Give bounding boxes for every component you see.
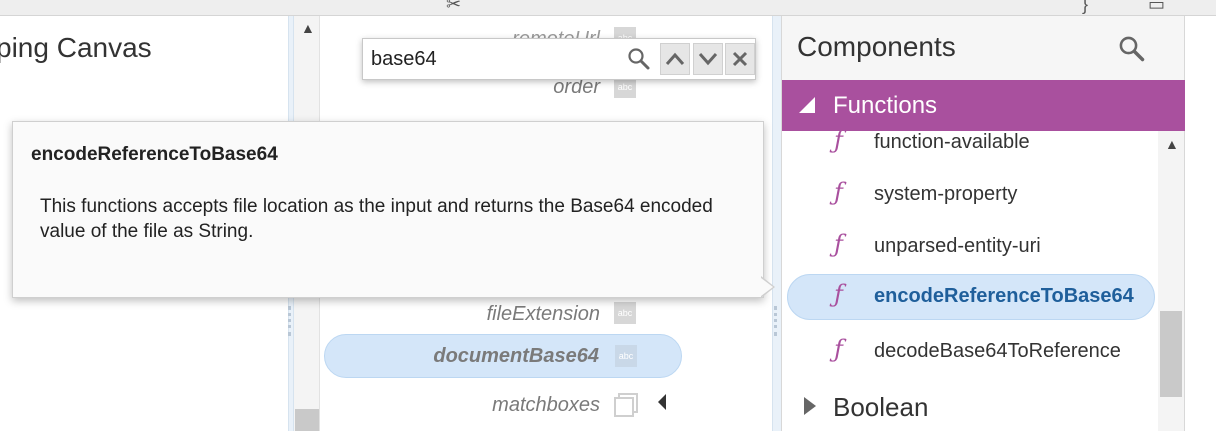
field-label[interactable]: fileExtension: [487, 303, 600, 326]
category-boolean[interactable]: Boolean: [782, 386, 1158, 431]
components-panel: Components Functions ƒ function-availabl…: [781, 16, 1186, 431]
string-type-icon: abc: [614, 302, 636, 324]
multi-element-icon: [614, 393, 638, 417]
search-bar: [362, 38, 756, 80]
function-list: ƒ function-available ƒ system-property ƒ…: [782, 131, 1158, 391]
canvas-title: ping Canvas: [0, 32, 152, 63]
close-search-button[interactable]: [725, 43, 755, 75]
collapse-arrow-icon[interactable]: [658, 394, 666, 410]
function-label: encodeReferenceToBase64: [874, 285, 1134, 307]
list-item-selected[interactable]: ƒ encodeReferenceToBase64: [782, 274, 1158, 320]
scroll-up-icon[interactable]: ▲: [1165, 136, 1179, 152]
category-functions[interactable]: Functions: [782, 80, 1186, 131]
bracket-icon[interactable]: }: [1082, 0, 1088, 15]
function-label: function-available: [874, 131, 1030, 153]
chevron-down-icon: [698, 53, 718, 66]
field-label[interactable]: documentBase64: [433, 345, 599, 368]
components-scrollbar[interactable]: ▲: [1158, 131, 1184, 431]
close-icon: [732, 51, 748, 67]
function-icon: ƒ: [834, 131, 843, 154]
function-icon: ƒ: [834, 230, 843, 258]
list-item[interactable]: ƒ function-available: [782, 131, 1158, 164]
search-icon[interactable]: [627, 47, 651, 71]
list-item[interactable]: ƒ decodeBase64ToReference: [782, 329, 1158, 373]
tooltip-title: encodeReferenceToBase64: [31, 144, 278, 165]
scroll-up-icon[interactable]: ▲: [301, 20, 315, 36]
function-icon: ƒ: [834, 178, 843, 206]
tooltip-description: This functions accepts file location as …: [40, 196, 713, 242]
search-icon[interactable]: [1118, 35, 1146, 63]
list-item[interactable]: ƒ system-property: [782, 172, 1158, 216]
string-type-icon: abc: [615, 345, 637, 367]
category-label: Boolean: [833, 392, 929, 422]
function-label: unparsed-entity-uri: [874, 235, 1041, 257]
expanded-triangle-icon: [799, 97, 815, 113]
tooltip-pointer-fill: [761, 278, 773, 296]
components-splitter[interactable]: [772, 16, 781, 431]
collapsed-triangle-icon: [804, 397, 816, 415]
search-input[interactable]: [363, 39, 623, 79]
tree-row-selected[interactable]: documentBase64 abc: [324, 334, 682, 378]
next-match-button[interactable]: [693, 43, 723, 75]
tools-icon[interactable]: ✂: [446, 0, 461, 15]
field-label[interactable]: matchboxes: [492, 394, 600, 417]
function-icon: ƒ: [834, 280, 843, 308]
chevron-up-icon: [665, 52, 685, 65]
scroll-thumb[interactable]: [1160, 311, 1182, 397]
previous-match-button[interactable]: [660, 43, 690, 75]
function-icon: ƒ: [834, 335, 843, 363]
list-item[interactable]: ƒ unparsed-entity-uri: [782, 224, 1158, 268]
category-label: Functions: [833, 92, 938, 119]
top-toolbar: ✂ } ▭: [0, 0, 1216, 16]
right-edge-panel: [1185, 16, 1216, 431]
components-title: Components: [797, 31, 956, 62]
splitter-grip[interactable]: [774, 306, 780, 336]
function-tooltip: encodeReferenceToBase64 This functions a…: [12, 121, 764, 298]
window-icon[interactable]: ▭: [1148, 0, 1165, 15]
function-label: decodeBase64ToReference: [874, 340, 1121, 362]
scroll-thumb[interactable]: [295, 409, 319, 431]
components-header: Components: [782, 16, 1184, 80]
function-label: system-property: [874, 183, 1018, 205]
